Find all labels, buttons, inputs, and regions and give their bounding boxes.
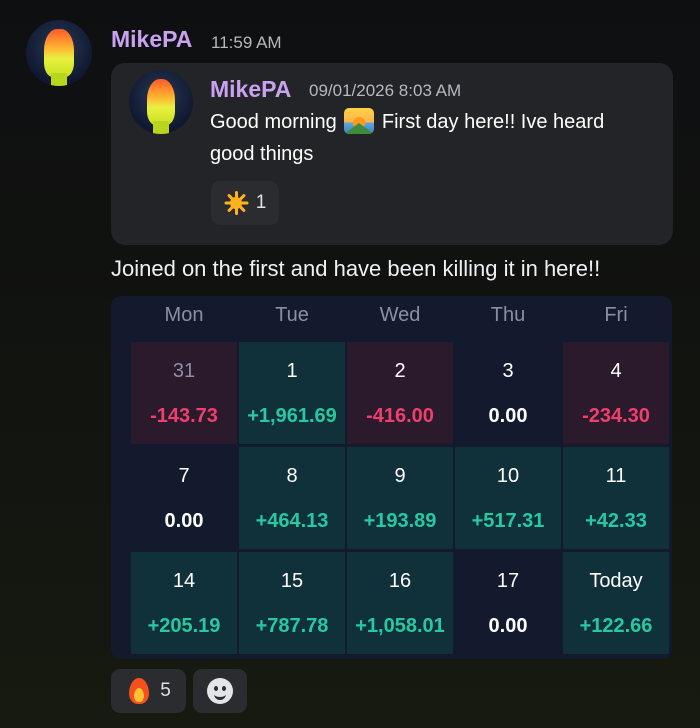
- calendar-day-date: 16: [388, 570, 412, 592]
- calendar-day-cell: 4 -234.30: [563, 342, 669, 444]
- quoted-author[interactable]: MikePA: [210, 76, 291, 103]
- calendar-day-pnl: 0.00: [488, 405, 528, 427]
- calendar-day-date: 9: [394, 465, 406, 487]
- calendar-day-pnl: -234.30: [582, 405, 650, 427]
- calendar-day-date: 2: [394, 360, 406, 382]
- calendar-day-pnl: 0.00: [488, 615, 528, 637]
- calendar-day-cell: 10 +517.31: [455, 447, 561, 549]
- sun-icon: [224, 191, 249, 215]
- day-header-mon: Mon: [164, 304, 204, 326]
- calendar-day-cell: 2 -416.00: [347, 342, 453, 444]
- avatar-face: [44, 29, 74, 77]
- calendar-day-pnl: +205.19: [147, 615, 221, 637]
- reaction-count: 1: [255, 192, 267, 213]
- calendar-day-cell: 1 +1,961.69: [239, 342, 345, 444]
- calendar-day-pnl: +42.33: [585, 510, 647, 532]
- avatar-face: [146, 78, 176, 126]
- calendar-day-cell: 8 +464.13: [239, 447, 345, 549]
- calendar-day-date: 31: [172, 360, 196, 382]
- calendar-day-pnl: +787.78: [255, 615, 329, 637]
- calendar-day-pnl: +1,058.01: [355, 615, 445, 637]
- calendar-day-pnl: +193.89: [363, 510, 437, 532]
- calendar-day-date: 4: [610, 360, 622, 382]
- calendar-day-cell: 31 -143.73: [131, 342, 237, 444]
- day-header-wed: Wed: [379, 304, 421, 326]
- quoted-user-avatar[interactable]: [129, 70, 193, 134]
- calendar-day-cell: 9 +193.89: [347, 447, 453, 549]
- calendar-day-cell: 14 +205.19: [131, 552, 237, 654]
- sunrise-over-mountains-icon: [344, 108, 375, 134]
- calendar-day-date: 11: [605, 465, 627, 487]
- calendar-day-date: 10: [496, 465, 520, 487]
- calendar-day-cell: Today +122.66: [563, 552, 669, 654]
- fire-reaction-button[interactable]: 5: [111, 669, 186, 713]
- calendar-day-pnl: +464.13: [255, 510, 329, 532]
- calendar-day-cell: 7 0.00: [131, 447, 237, 549]
- calendar-day-date: Today: [589, 570, 643, 592]
- calendar-day-pnl: -143.73: [150, 405, 218, 427]
- message-text: Joined on the first and have been killin…: [111, 256, 601, 281]
- calendar-day-pnl: +517.31: [471, 510, 545, 532]
- calendar-header: Mon Tue Wed Thu Fri: [111, 296, 672, 338]
- day-header-fri: Fri: [604, 304, 628, 326]
- day-header-thu: Thu: [490, 304, 526, 326]
- calendar-day-date: 3: [502, 360, 514, 382]
- pnl-calendar[interactable]: Mon Tue Wed Thu Fri 31 -143.73 1 +1,961.69 2…: [111, 296, 672, 659]
- calendar-day-date: 15: [280, 570, 304, 592]
- calendar-day-date: 7: [178, 465, 190, 487]
- calendar-day-cell: 3 0.00: [455, 342, 561, 444]
- quoted-message-text: Good morning First day here!! Ive heard …: [210, 106, 650, 170]
- reaction-count: 5: [160, 680, 171, 701]
- add-reaction-button[interactable]: [193, 669, 247, 713]
- sun-reaction-button[interactable]: 1: [211, 181, 279, 225]
- calendar-day-date: 14: [172, 570, 196, 592]
- fire-icon: [126, 676, 152, 706]
- day-header-tue: Tue: [275, 304, 309, 326]
- calendar-day-pnl: 0.00: [164, 510, 204, 532]
- calendar-day-date: 17: [496, 570, 520, 592]
- message-author[interactable]: MikePA: [111, 26, 192, 53]
- calendar-day-pnl: +122.66: [579, 615, 653, 637]
- quoted-timestamp: 09/01/2026 8:03 AM: [309, 81, 462, 100]
- calendar-day-pnl: +1,961.69: [247, 405, 337, 427]
- calendar-day-cell: 11 +42.33: [563, 447, 669, 549]
- calendar-day-date: 1: [286, 360, 298, 382]
- user-avatar[interactable]: [26, 20, 92, 86]
- add-reaction-smile-icon: [207, 678, 233, 704]
- calendar-day-date: 8: [286, 465, 298, 487]
- calendar-day-cell: 16 +1,058.01: [347, 552, 453, 654]
- calendar-day-cell: 15 +787.78: [239, 552, 345, 654]
- message-timestamp: 11:59 AM: [211, 33, 282, 52]
- calendar-day-pnl: -416.00: [366, 405, 434, 427]
- calendar-day-cell: 17 0.00: [455, 552, 561, 654]
